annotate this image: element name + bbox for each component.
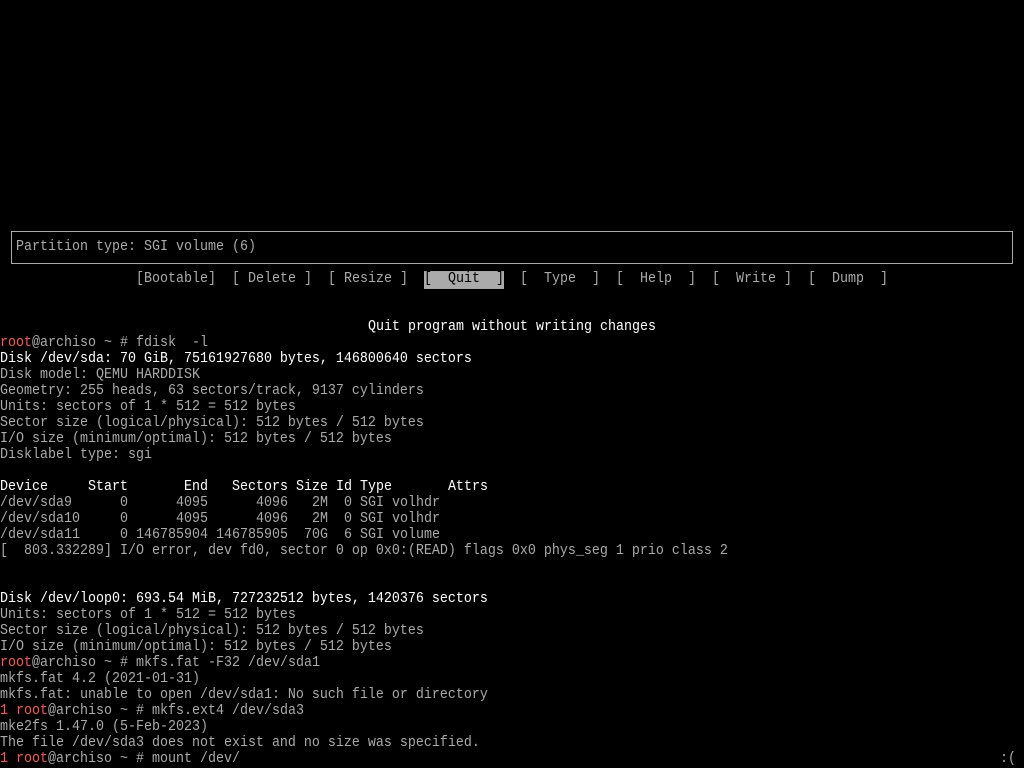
prompt-host: @archiso ~ # bbox=[32, 335, 128, 352]
menu-write-button[interactable]: [ Write ] bbox=[712, 271, 792, 289]
disk-info-text: Sector size (logical/physical): 512 byte… bbox=[0, 415, 424, 432]
prompt-host: @archiso ~ # bbox=[32, 655, 128, 672]
prompt-user: root bbox=[0, 655, 32, 672]
disk-info-text: Units: sectors of 1 * 512 = 512 bytes bbox=[0, 399, 296, 416]
disk-info-text: Disk model: QEMU HARDDISK bbox=[0, 367, 200, 384]
loop-disk-info-text: I/O size (minimum/optimal): 512 bytes / … bbox=[0, 639, 392, 656]
terminal-screen[interactable]: Partition type: SGI volume (6) [Bootable… bbox=[0, 0, 1024, 768]
loop-disk-info-text: Units: sectors of 1 * 512 = 512 bytes bbox=[0, 607, 296, 624]
right-prompt-status: :( bbox=[1000, 751, 1016, 768]
menu-help-button[interactable]: [ Help ] bbox=[616, 271, 696, 289]
prompt-host: @archiso ~ # bbox=[48, 703, 144, 720]
prompt-user: root bbox=[16, 703, 48, 720]
disk-info-text: Geometry: 255 heads, 63 sectors/track, 9… bbox=[0, 383, 424, 400]
output-text: mkfs.fat 4.2 (2021-01-31) bbox=[0, 671, 200, 688]
prompt-user: root bbox=[0, 335, 32, 352]
error-text: The file /dev/sda3 does not exist and no… bbox=[0, 735, 480, 752]
menu-type-button[interactable]: [ Type ] bbox=[520, 271, 600, 289]
disk-info-line: Disklabel type: sgi bbox=[0, 447, 1024, 465]
cfdisk-menu: [Bootable] [ Delete ] [ Resize ] [ Quit ] [ … bbox=[136, 271, 888, 289]
partition-type-text: Partition type: SGI volume (6) bbox=[16, 239, 256, 256]
output-text: mke2fs 1.47.0 (5-Feb-2023) bbox=[0, 719, 208, 736]
loop-disk-header-text: Disk /dev/loop0: 693.54 MiB, 727232512 b… bbox=[0, 591, 488, 608]
exit-status: 1 bbox=[0, 703, 8, 720]
disk-info-text: I/O size (minimum/optimal): 512 bytes / … bbox=[0, 431, 392, 448]
prompt-host: @archiso ~ # bbox=[48, 751, 144, 768]
command-input[interactable]: mount /dev/ bbox=[152, 751, 240, 768]
command-text: mkfs.ext4 /dev/sda3 bbox=[151, 703, 304, 720]
partition-info-row: Partition type: SGI volume (6) bbox=[16, 239, 1008, 257]
disk-header-text: Disk /dev/sda: 70 GiB, 75161927680 bytes… bbox=[0, 351, 472, 368]
menu-dump-button[interactable]: [ Dump ] bbox=[808, 271, 888, 289]
menu-quit-button[interactable]: [ Quit ] bbox=[424, 271, 504, 289]
exit-status: 1 bbox=[0, 751, 8, 768]
error-text: mkfs.fat: unable to open /dev/sda1: No s… bbox=[0, 687, 488, 704]
kernel-message-line: [ 803.332289] I/O error, dev fd0, sector… bbox=[0, 543, 1024, 561]
disk-info-text: Disklabel type: sgi bbox=[0, 447, 152, 464]
kernel-message-text: [ 803.332289] I/O error, dev fd0, sector… bbox=[0, 543, 728, 560]
command-text: fdisk -l bbox=[135, 335, 208, 352]
menu-hint-text: Quit program without writing changes bbox=[368, 319, 656, 336]
prompt-user: root bbox=[16, 751, 48, 768]
command-text: mkfs.fat -F32 /dev/sda1 bbox=[135, 655, 320, 672]
current-prompt-line[interactable]: 1 root@archiso ~ # mount /dev/ :( bbox=[0, 751, 1024, 768]
menu-bootable-button[interactable]: [Bootable] bbox=[136, 271, 216, 289]
loop-disk-info-text: Sector size (logical/physical): 512 byte… bbox=[0, 623, 424, 640]
menu-delete-button[interactable]: [ Delete ] bbox=[232, 271, 312, 289]
menu-resize-button[interactable]: [ Resize ] bbox=[328, 271, 408, 289]
